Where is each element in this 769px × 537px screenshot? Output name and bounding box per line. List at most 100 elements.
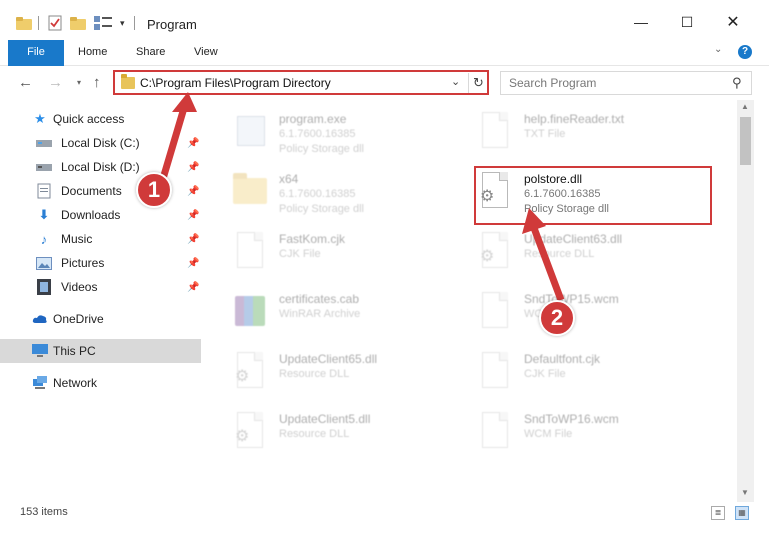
file-description: Policy Storage dll (279, 143, 364, 155)
pin-icon[interactable]: 📌 (187, 282, 199, 293)
sidebar-item-local-disk-d[interactable]: Local Disk (D:) 📌 (0, 155, 201, 179)
text-file-icon (476, 112, 514, 152)
download-icon: ⬇ (38, 207, 50, 222)
file-type: CJK File (524, 368, 566, 380)
sidebar-item-videos[interactable]: Videos 📌 (0, 275, 201, 299)
gear-icon: ⚙ (235, 368, 250, 385)
scroll-down-arrow-icon[interactable]: ▼ (741, 488, 749, 497)
file-item[interactable]: Defaultfont.cjk CJK File (476, 350, 726, 396)
file-icon (476, 412, 514, 452)
large-icons-view-icon[interactable]: ▦ (735, 506, 749, 520)
file-list: program.exe 6.1.7600.16385 Policy Storag… (205, 100, 737, 502)
sidebar-item-music[interactable]: ♪ Music 📌 (0, 227, 201, 251)
executable-icon (231, 112, 269, 152)
sidebar-item-pictures[interactable]: Pictures 📌 (0, 251, 201, 275)
properties-check-icon[interactable] (48, 14, 62, 32)
maximize-button[interactable]: ☐ (664, 8, 710, 36)
pin-icon[interactable]: 📌 (187, 162, 199, 173)
archive-icon (231, 292, 269, 332)
dll-file-icon: ⚙ (231, 352, 269, 392)
vertical-scrollbar[interactable]: ▲ ▼ (737, 100, 754, 502)
help-icon[interactable]: ? (738, 45, 752, 59)
address-bar-highlight (113, 70, 489, 95)
sidebar-item-label: Local Disk (C:) (61, 136, 140, 150)
sidebar-item-network[interactable]: Network (0, 371, 201, 395)
file-item[interactable]: program.exe 6.1.7600.16385 Policy Storag… (231, 110, 481, 156)
gear-icon: ⚙ (480, 248, 495, 265)
callout-2: 2 (539, 300, 575, 336)
pin-icon[interactable]: 📌 (187, 258, 199, 269)
tab-view[interactable]: View (184, 40, 228, 65)
file-item[interactable]: SndToWP15.wcm WCM File (476, 290, 726, 336)
network-icon (32, 375, 48, 391)
scroll-up-arrow-icon[interactable]: ▲ (741, 102, 749, 111)
file-item[interactable]: x64 6.1.7600.16385 Policy Storage dll (231, 170, 481, 216)
file-name: SndToWP16.wcm (524, 412, 619, 426)
file-item[interactable]: help.fineReader.txt TXT File (476, 110, 726, 156)
file-name: SndToWP15.wcm (524, 292, 619, 306)
pin-icon[interactable]: 📌 (187, 210, 199, 221)
file-item[interactable]: ⚙ UpdateClient5.dll Resource DLL (231, 410, 481, 456)
file-item[interactable]: SndToWP16.wcm WCM File (476, 410, 726, 456)
toolbar-separator (134, 16, 135, 30)
folder-icon (231, 172, 269, 212)
ribbon-tabs: File Home Share View ⌄ ? (0, 40, 769, 86)
item-count: 153 items (20, 506, 68, 518)
status-bar: 153 items ≣ ▦ (0, 502, 769, 537)
dll-file-icon: ⚙ (476, 232, 514, 272)
scrollbar-thumb[interactable] (740, 117, 751, 165)
file-icon (476, 352, 514, 392)
file-type: WinRAR Archive (279, 308, 361, 320)
search-icon[interactable]: ⚲ (732, 75, 742, 91)
file-version: 6.1.7600.16385 (279, 128, 356, 140)
tab-home[interactable]: Home (68, 40, 117, 65)
customize-toolbar-chevron-down-icon[interactable]: ▾ (120, 14, 125, 32)
sidebar-item-downloads[interactable]: ⬇ Downloads 📌 (0, 203, 201, 227)
back-arrow-icon[interactable]: ← (18, 74, 33, 91)
file-item[interactable]: FastKom.cjk CJK File (231, 230, 481, 276)
details-view-icon[interactable] (94, 14, 112, 32)
search-input[interactable] (509, 75, 709, 91)
file-type: CJK File (279, 248, 321, 260)
sidebar-item-label: Quick access (53, 112, 125, 126)
file-name: certificates.cab (279, 292, 360, 306)
minimize-button[interactable]: — (618, 8, 664, 36)
file-icon (476, 292, 514, 332)
file-item[interactable]: certificates.cab WinRAR Archive (231, 290, 481, 336)
details-view-icon[interactable]: ≣ (711, 506, 725, 520)
recent-locations-chevron-icon[interactable]: ▾ (77, 78, 81, 87)
file-item[interactable]: ⚙ UpdateClient65.dll Resource DLL (231, 350, 481, 396)
close-button[interactable]: ✕ (710, 8, 756, 36)
tab-share[interactable]: Share (126, 40, 175, 65)
sidebar-item-label: Pictures (61, 256, 105, 270)
new-folder-icon[interactable] (70, 14, 86, 32)
file-highlight (474, 166, 712, 225)
cloud-icon (32, 311, 48, 327)
sidebar-item-this-pc[interactable]: This PC (0, 339, 201, 363)
callout-1: 1 (136, 172, 172, 208)
sidebar-item-quick-access[interactable]: ★ Quick access (0, 107, 201, 131)
file-type: Resource DLL (279, 368, 350, 380)
sidebar-item-local-disk-c[interactable]: Local Disk (C:) 📌 (0, 131, 201, 155)
file-name: Defaultfont.cjk (524, 352, 601, 366)
documents-icon (36, 183, 52, 199)
pin-icon[interactable]: 📌 (187, 186, 199, 197)
pin-icon[interactable]: 📌 (187, 138, 199, 149)
drive-icon (36, 135, 52, 151)
folder-icon[interactable] (16, 14, 32, 32)
expand-ribbon-chevron-icon[interactable]: ⌄ (714, 44, 722, 55)
pictures-icon (36, 255, 52, 271)
sidebar-item-label: Local Disk (D:) (61, 160, 140, 174)
file-type: Resource DLL (279, 428, 350, 440)
up-arrow-icon[interactable]: ↑ (93, 74, 101, 91)
file-name: FastKom.cjk (279, 232, 346, 246)
title-bar: ▾ Program — ☐ ✕ (0, 0, 769, 40)
star-icon: ★ (34, 111, 46, 126)
sidebar-item-onedrive[interactable]: OneDrive (0, 307, 201, 331)
file-item[interactable]: ⚙ UpdateClient63.dll Resource DLL (476, 230, 726, 276)
forward-arrow-icon[interactable]: → (48, 74, 63, 91)
pin-icon[interactable]: 📌 (187, 234, 199, 245)
computer-icon (32, 343, 48, 359)
file-version: 6.1.7600.16385 (279, 188, 356, 200)
search-box[interactable]: ⚲ (500, 71, 752, 95)
